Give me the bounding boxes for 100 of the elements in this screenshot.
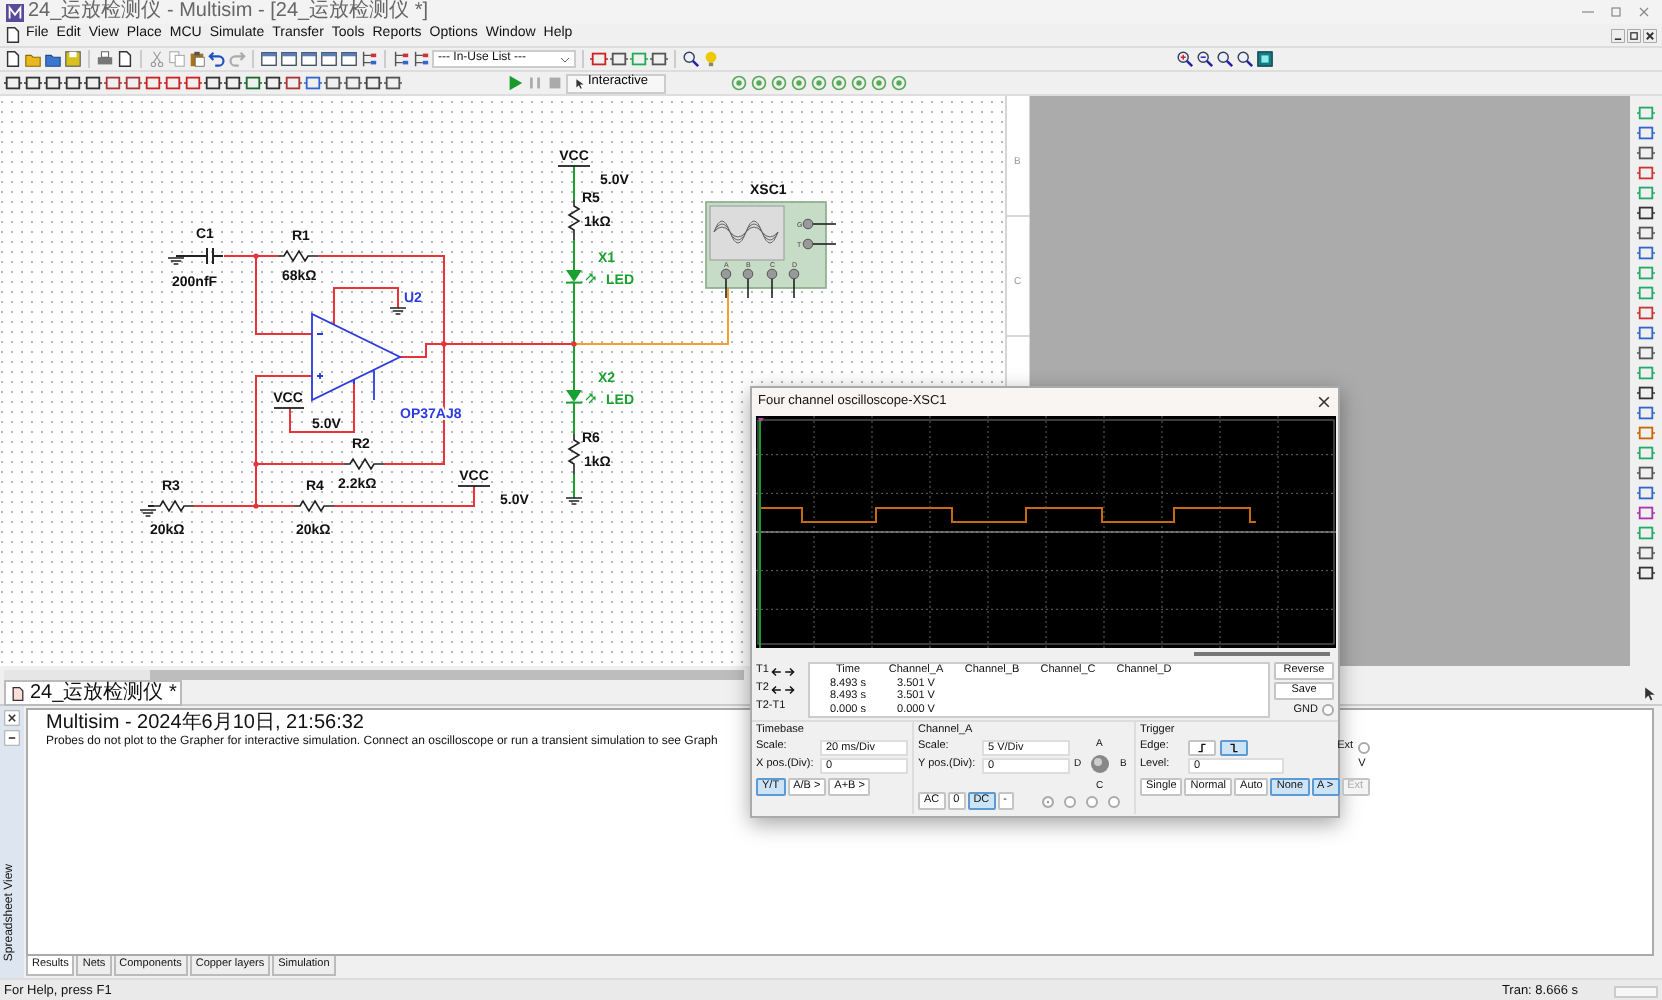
- instrument-icon[interactable]: [1636, 224, 1656, 242]
- resistor-symbol: [293, 499, 335, 513]
- wire: [573, 239, 575, 271]
- left-arrow-icon[interactable]: [770, 665, 783, 677]
- wire: [175, 255, 199, 257]
- window-icon[interactable]: [280, 50, 298, 68]
- rising-edge-icon: [1194, 741, 1210, 754]
- caret-icon: [560, 55, 570, 63]
- message-header: Multisim - 2024年6月10日, 21:56:32: [46, 712, 364, 735]
- wire: [147, 505, 155, 507]
- symbol-icon[interactable]: [184, 74, 202, 92]
- window-icon[interactable]: [300, 50, 318, 68]
- symbol-icon[interactable]: [384, 74, 402, 92]
- magnifier-icon[interactable]: [1236, 50, 1254, 68]
- wire: [573, 473, 575, 499]
- radio-button[interactable]: [1107, 795, 1119, 808]
- symbol-icon[interactable]: [610, 50, 628, 68]
- symbol-icon[interactable]: [590, 50, 608, 68]
- zoom-out-icon[interactable]: [1196, 50, 1214, 68]
- window-icon[interactable]: [260, 50, 278, 68]
- symbol-icon[interactable]: [4, 74, 22, 92]
- symbol-icon[interactable]: [244, 74, 262, 92]
- ground-symbol: [389, 307, 407, 315]
- undo-icon[interactable]: [208, 50, 226, 68]
- symbol-icon[interactable]: [264, 74, 282, 92]
- instrument-icon[interactable]: [1636, 484, 1656, 502]
- instrument-icon[interactable]: [1636, 564, 1656, 582]
- magnifier-icon[interactable]: [682, 50, 700, 68]
- symbol-icon[interactable]: [344, 74, 362, 92]
- junction-dot: [253, 253, 259, 259]
- right-arrow-icon[interactable]: [784, 683, 797, 695]
- instrument-icon[interactable]: [1636, 384, 1656, 402]
- op-amp-symbol: [311, 312, 403, 402]
- resistor-symbol: [153, 499, 195, 513]
- instrument-icon[interactable]: [1636, 464, 1656, 482]
- instrument-icon[interactable]: [1636, 144, 1656, 162]
- symbol-icon[interactable]: [224, 74, 242, 92]
- close-icon[interactable]: [4, 710, 20, 726]
- resistor-symbol: [343, 457, 385, 471]
- junction-dot: [253, 503, 259, 509]
- window-icon[interactable]: [340, 50, 358, 68]
- instrument-icon[interactable]: [1636, 544, 1656, 562]
- progress-indicator: [1614, 985, 1658, 997]
- magnifier-icon[interactable]: [1216, 50, 1234, 68]
- clipboard-icon[interactable]: [188, 50, 206, 68]
- symbol-icon[interactable]: [64, 74, 82, 92]
- junction-dot: [253, 461, 259, 467]
- led-symbol: [565, 390, 596, 404]
- scrollbar-thumb[interactable]: [1194, 652, 1330, 656]
- symbol-icon[interactable]: [324, 74, 342, 92]
- instrument-icon[interactable]: [1636, 324, 1656, 342]
- wire: [573, 165, 575, 201]
- tree-icon[interactable]: [360, 50, 378, 68]
- symbol-icon[interactable]: [364, 74, 382, 92]
- close-icon[interactable]: [1642, 27, 1658, 43]
- edge-button[interactable]: [1188, 739, 1216, 756]
- left-arrow-icon[interactable]: [770, 683, 783, 695]
- restore-icon[interactable]: [1626, 27, 1642, 43]
- printer-icon[interactable]: [96, 50, 114, 68]
- instrument-icon[interactable]: [1636, 504, 1656, 522]
- resistor-symbol: [277, 249, 319, 263]
- symbol-icon[interactable]: [24, 74, 42, 92]
- symbol-icon[interactable]: [44, 74, 62, 92]
- radio-button[interactable]: [1063, 795, 1075, 808]
- knob-icon[interactable]: [1090, 753, 1110, 774]
- scrollbar-thumb[interactable]: [150, 669, 744, 679]
- symbol-icon[interactable]: [84, 74, 102, 92]
- radio-button[interactable]: [1322, 704, 1334, 716]
- tree-icon[interactable]: [392, 50, 410, 68]
- close-icon[interactable]: [1316, 394, 1332, 410]
- screen-icon[interactable]: [1256, 50, 1274, 68]
- instrument-icon[interactable]: [1636, 244, 1656, 262]
- ground-symbol: [565, 497, 583, 505]
- wire: [333, 485, 475, 507]
- window-title: 24_运放检测仪 - Multisim - [24_运放检测仪 *]: [28, 0, 429, 24]
- ground-symbol: [139, 509, 157, 517]
- symbol-icon[interactable]: [304, 74, 322, 92]
- symbol-icon[interactable]: [204, 74, 222, 92]
- minimize-icon[interactable]: [1610, 27, 1626, 43]
- radio-button[interactable]: [1085, 795, 1097, 808]
- symbol-icon[interactable]: [144, 74, 162, 92]
- instrument-icon[interactable]: [1636, 124, 1656, 142]
- cursor-icon: [574, 77, 586, 89]
- edge-button[interactable]: [1220, 739, 1248, 756]
- design-tab[interactable]: 24_运放检测仪 *: [4, 680, 183, 706]
- instrument-icon[interactable]: [1636, 344, 1656, 362]
- symbol-icon[interactable]: [104, 74, 122, 92]
- symbol-icon[interactable]: [284, 74, 302, 92]
- minimize-icon[interactable]: [4, 730, 20, 746]
- radio-button[interactable]: [1041, 795, 1053, 808]
- symbol-icon[interactable]: [164, 74, 182, 92]
- instrument-icon[interactable]: [1636, 404, 1656, 422]
- right-arrow-icon[interactable]: [784, 665, 797, 677]
- symbol-icon[interactable]: [650, 50, 668, 68]
- zoom-in-icon[interactable]: [1176, 50, 1194, 68]
- instrument-icon[interactable]: [1636, 204, 1656, 222]
- window-icon[interactable]: [320, 50, 338, 68]
- play-icon[interactable]: [506, 74, 524, 92]
- symbol-icon[interactable]: [124, 74, 142, 92]
- tree-icon[interactable]: [412, 50, 430, 68]
